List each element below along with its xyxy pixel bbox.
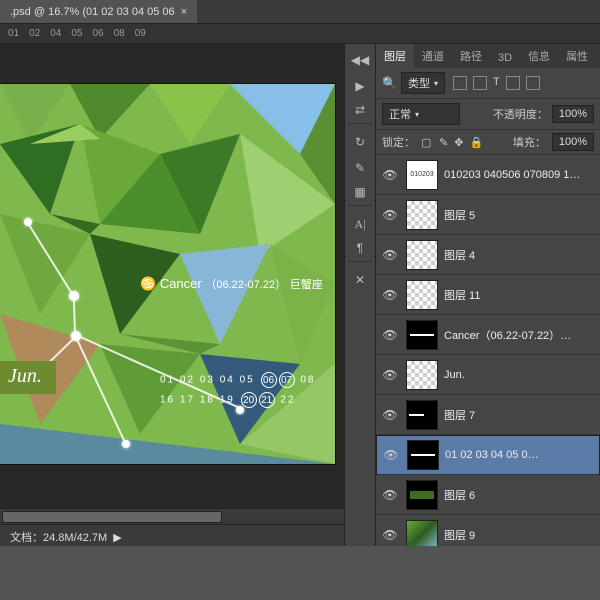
visibility-icon[interactable]: 👁	[380, 288, 400, 302]
layer-thumbnail[interactable]	[406, 520, 438, 547]
document-tab[interactable]: .psd @ 16.7% (01 02 03 04 05 06 ×	[0, 0, 197, 23]
layer-name[interactable]: 图层 4	[444, 247, 596, 263]
filter-pixel-icon[interactable]	[453, 76, 467, 90]
document-tab-title: .psd @ 16.7% (01 02 03 04 05 06	[10, 6, 175, 18]
layer-name[interactable]: 010203 040506 070809 1…	[444, 169, 596, 181]
visibility-icon[interactable]: 👁	[380, 248, 400, 262]
refresh-icon[interactable]: ↻	[348, 130, 372, 154]
character-icon[interactable]: A|	[348, 212, 372, 236]
tab-3d[interactable]: 3D	[490, 48, 520, 68]
layer-row[interactable]: 👁 图层 9	[376, 515, 600, 546]
layer-thumbnail[interactable]	[406, 360, 438, 390]
layer-name[interactable]: 图层 5	[444, 207, 596, 223]
layer-filter-row: 🔍 类型▾ T	[376, 68, 600, 99]
layer-thumbnail[interactable]	[407, 440, 439, 470]
panel-tabs: 图层 通道 路径 3D 信息 属性	[376, 44, 600, 68]
layer-thumbnail[interactable]: 010203	[406, 160, 438, 190]
layer-row[interactable]: 👁 图层 6	[376, 475, 600, 515]
tab-paths[interactable]: 路径	[452, 44, 490, 68]
layer-row[interactable]: 👁 图层 7	[376, 395, 600, 435]
layer-row[interactable]: 👁 01 02 03 04 05 0…	[376, 435, 600, 475]
play-icon[interactable]: ▶	[348, 74, 372, 98]
chevron-right-icon[interactable]: ▶	[113, 532, 121, 544]
vertical-tool-strip: ◀◀ ▶ ⇄ ↻ ✎ ▦ A| ¶ ✕	[344, 44, 376, 546]
wrench-icon[interactable]: ✕	[348, 268, 372, 292]
layer-name[interactable]: Cancer（06.22-07.22）…	[444, 327, 596, 343]
collapse-icon[interactable]: ◀◀	[348, 48, 372, 72]
lock-all-icon[interactable]: 🔒	[469, 136, 483, 149]
lock-brush-icon[interactable]: ✎	[439, 136, 448, 149]
sign-title: ♋ Cancer （06.22-07.22） 巨蟹座	[140, 276, 323, 292]
visibility-icon[interactable]: 👁	[380, 528, 400, 542]
clone-icon[interactable]: ▦	[348, 182, 372, 206]
visibility-icon[interactable]: 👁	[380, 368, 400, 382]
layer-name[interactable]: 01 02 03 04 05 0…	[445, 449, 595, 461]
panels-area: 图层 通道 路径 3D 信息 属性 🔍 类型▾ T 正常▾ 不透明度： 100%…	[376, 44, 600, 546]
filter-type-select[interactable]: 类型▾	[401, 72, 445, 94]
scrollbar-horizontal[interactable]	[0, 508, 344, 524]
visibility-icon[interactable]: 👁	[380, 168, 400, 182]
filter-shape-icon[interactable]	[506, 76, 520, 90]
tab-info[interactable]: 信息	[520, 44, 558, 68]
filter-smart-icon[interactable]	[526, 76, 540, 90]
canvas-area[interactable]: ♋ Cancer （06.22-07.22） 巨蟹座 Jun. 01 02 03…	[0, 44, 344, 508]
layer-name[interactable]: 图层 6	[444, 487, 596, 503]
swap-icon[interactable]: ⇄	[348, 100, 372, 124]
ruler-horizontal: 01020405060809	[0, 24, 600, 44]
tab-properties[interactable]: 属性	[558, 44, 596, 68]
chevron-down-icon: ▾	[434, 79, 438, 88]
month-badge: Jun.	[0, 361, 56, 394]
layers-list[interactable]: 👁 010203 010203 040506 070809 1… 👁 图层 5 …	[376, 155, 600, 546]
scrollbar-thumb[interactable]	[2, 511, 222, 523]
lock-row: 锁定： ▢ ✎ ✥ 🔒 填充： 100%	[376, 130, 600, 155]
filter-adjust-icon[interactable]	[473, 76, 487, 90]
layer-name[interactable]: 图层 9	[444, 527, 596, 543]
filter-icon[interactable]: 🔍	[382, 76, 397, 90]
opacity-label: 不透明度：	[493, 106, 548, 122]
tab-channels[interactable]: 通道	[414, 44, 452, 68]
fill-field[interactable]: 100%	[552, 133, 594, 151]
document-tab-bar: .psd @ 16.7% (01 02 03 04 05 06 ×	[0, 0, 600, 24]
opacity-field[interactable]: 100%	[552, 105, 594, 123]
layer-thumbnail[interactable]	[406, 480, 438, 510]
layer-thumbnail[interactable]	[406, 320, 438, 350]
status-bar: 文档：24.8M/42.7M▶	[0, 524, 344, 546]
sign-icon: ♋	[140, 276, 156, 291]
layer-thumbnail[interactable]	[406, 240, 438, 270]
layer-thumbnail[interactable]	[406, 200, 438, 230]
layer-row[interactable]: 👁 Jun.	[376, 355, 600, 395]
layer-row[interactable]: 👁 Cancer（06.22-07.22）…	[376, 315, 600, 355]
lock-transparency-icon[interactable]: ▢	[421, 136, 433, 148]
layer-row[interactable]: 👁 图层 11	[376, 275, 600, 315]
layer-row[interactable]: 👁 图层 5	[376, 195, 600, 235]
layer-name[interactable]: 图层 7	[444, 407, 596, 423]
layer-row[interactable]: 👁 010203 010203 040506 070809 1…	[376, 155, 600, 195]
close-icon[interactable]: ×	[181, 6, 187, 18]
visibility-icon[interactable]: 👁	[380, 408, 400, 422]
layer-row[interactable]: 👁 图层 4	[376, 235, 600, 275]
blend-mode-select[interactable]: 正常▾	[382, 103, 460, 125]
paragraph-icon[interactable]: ¶	[348, 238, 372, 262]
tab-layers[interactable]: 图层	[376, 44, 414, 68]
date-row-2: 16 17 18 19 2021 22	[160, 392, 296, 408]
filter-text-icon[interactable]: T	[493, 76, 500, 90]
layer-name[interactable]: Jun.	[444, 369, 596, 381]
layer-thumbnail[interactable]	[406, 280, 438, 310]
visibility-icon[interactable]: 👁	[380, 488, 400, 502]
visibility-icon[interactable]: 👁	[380, 208, 400, 222]
brush-icon[interactable]: ✎	[348, 156, 372, 180]
visibility-icon[interactable]: 👁	[381, 448, 401, 462]
layer-thumbnail[interactable]	[406, 400, 438, 430]
blend-row: 正常▾ 不透明度： 100%	[376, 99, 600, 130]
visibility-icon[interactable]: 👁	[380, 328, 400, 342]
date-row-1: 01 02 03 04 05 0607 08	[160, 372, 315, 388]
lock-move-icon[interactable]: ✥	[454, 136, 463, 149]
document-canvas[interactable]: ♋ Cancer （06.22-07.22） 巨蟹座 Jun. 01 02 03…	[0, 84, 335, 464]
layer-name[interactable]: 图层 11	[444, 287, 596, 303]
